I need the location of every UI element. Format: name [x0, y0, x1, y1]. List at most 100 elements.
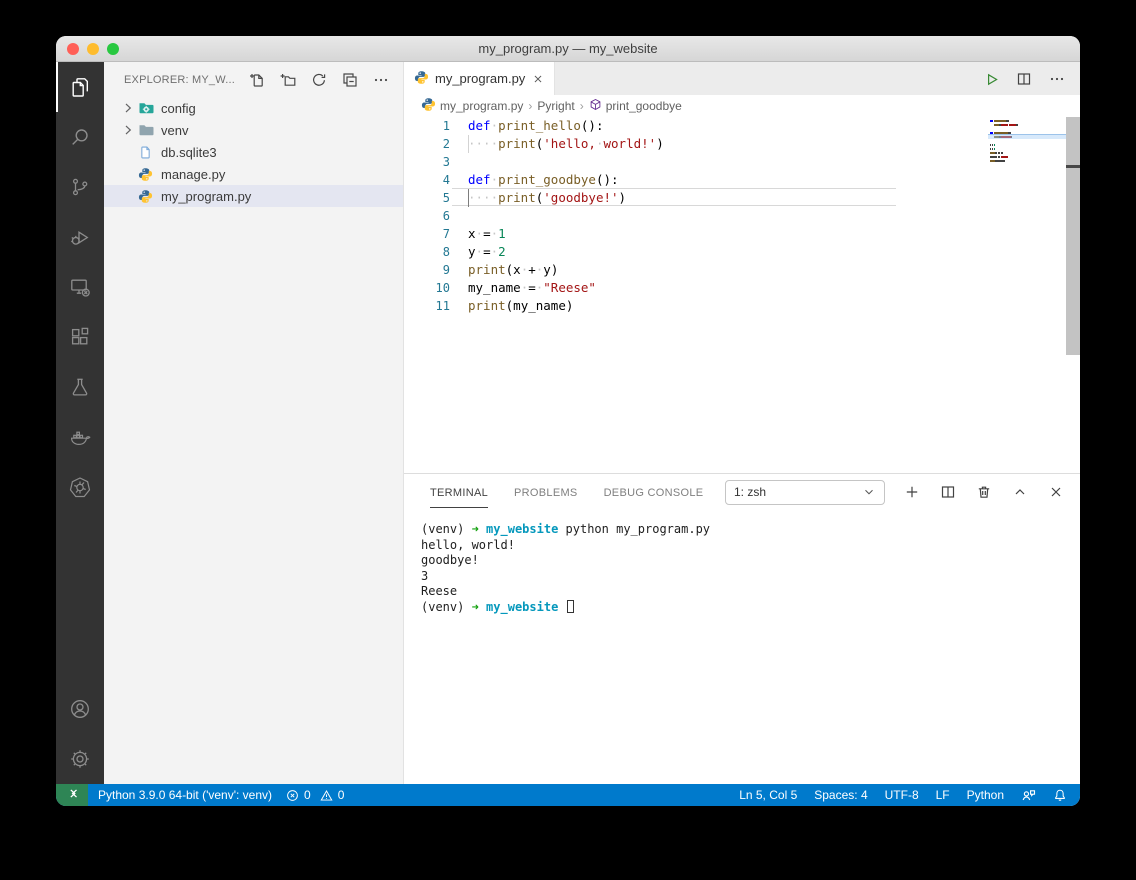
- line-number: 9: [404, 261, 450, 279]
- run-icon[interactable]: [983, 71, 999, 87]
- kubernetes-icon: [68, 475, 92, 499]
- tree-item-label: my_program.py: [161, 189, 251, 204]
- line-number: 8: [404, 243, 450, 261]
- breadcrumb-separator: ›: [580, 99, 584, 113]
- status-item-lf[interactable]: LF: [936, 788, 950, 802]
- zoom-window-button[interactable]: [107, 43, 119, 55]
- window-title: my_program.py — my_website: [478, 41, 657, 56]
- status-bar: Python 3.9.0 64-bit ('venv': venv) 0 0 L…: [56, 784, 1080, 806]
- line-number: 2: [404, 135, 450, 153]
- status-item-ln-5-col-5[interactable]: Ln 5, Col 5: [739, 788, 797, 802]
- code-text: [450, 153, 468, 171]
- code-text: print(x·+·y): [450, 261, 558, 279]
- close-icon[interactable]: [1048, 484, 1064, 500]
- scrollbar-cursor-marker: [1066, 165, 1080, 168]
- code-line-1: 1def·print_hello():: [404, 117, 988, 135]
- code-line-10: 10my_name·=·"Reese": [404, 279, 988, 297]
- activity-item-docker[interactable]: [56, 412, 104, 462]
- problems-status[interactable]: 0 0: [286, 788, 344, 802]
- feedback-icon[interactable]: [1021, 788, 1036, 803]
- code-line-7: 7x·=·1: [404, 225, 988, 243]
- main-area: EXPLORER: MY_W... configvenv db.sqlite3 ma…: [56, 62, 1080, 784]
- testing-icon: [68, 375, 92, 399]
- terminal-tab-debug-console[interactable]: DEBUG CONSOLE: [604, 476, 704, 508]
- activity-item-extensions[interactable]: [56, 312, 104, 362]
- minimap[interactable]: [988, 117, 1066, 473]
- terminal-line: Reese: [421, 584, 1080, 600]
- minimize-window-button[interactable]: [87, 43, 99, 55]
- line-number: 10: [404, 279, 450, 297]
- status-item-python[interactable]: Python: [967, 788, 1004, 802]
- plus-icon[interactable]: [904, 484, 920, 500]
- code-text: x·=·1: [450, 225, 506, 243]
- activity-bar-spacer: [56, 512, 104, 684]
- activity-item-testing[interactable]: [56, 362, 104, 412]
- search-icon: [68, 125, 92, 149]
- activity-item-settings[interactable]: [56, 734, 104, 784]
- docker-icon: [68, 425, 92, 449]
- code-text: [450, 207, 468, 225]
- breadcrumb-item[interactable]: Pyright: [537, 99, 574, 113]
- warning-icon: [320, 789, 333, 802]
- chevron-down-icon: [862, 485, 876, 499]
- activity-item-account[interactable]: [56, 684, 104, 734]
- vscode-window: my_program.py — my_website EXPLORER: MY_…: [56, 36, 1080, 806]
- bell-icon[interactable]: [1053, 788, 1067, 802]
- scrollbar-track[interactable]: [1066, 117, 1080, 355]
- terminal-output[interactable]: (venv) ➜ my_website python my_program.py…: [404, 510, 1080, 615]
- activity-item-search[interactable]: [56, 112, 104, 162]
- activity-item-source-control[interactable]: [56, 162, 104, 212]
- code-line-8: 8y·=·2: [404, 243, 988, 261]
- more-icon[interactable]: [1049, 71, 1065, 87]
- editor-tab-strip: my_program.py: [404, 62, 1080, 95]
- status-item-spaces-4[interactable]: Spaces: 4: [814, 788, 867, 802]
- tree-item-config[interactable]: config: [104, 97, 403, 119]
- chevron-right-icon: [120, 122, 138, 138]
- trash-icon[interactable]: [976, 484, 992, 500]
- tab-my-program[interactable]: my_program.py: [404, 62, 555, 95]
- terminal-tab-problems[interactable]: PROBLEMS: [514, 476, 578, 508]
- activity-item-explorer[interactable]: [56, 62, 104, 112]
- split-icon[interactable]: [940, 484, 956, 500]
- terminal-line: hello, world!: [421, 538, 1080, 554]
- breadcrumb-item[interactable]: my_program.py: [421, 97, 523, 115]
- status-item-utf-8[interactable]: UTF-8: [885, 788, 919, 802]
- remote-indicator[interactable]: [56, 784, 88, 806]
- explorer-header: EXPLORER: MY_W...: [104, 62, 403, 97]
- activity-item-run-debug[interactable]: [56, 212, 104, 262]
- explorer-actions: [249, 72, 389, 88]
- activity-item-remote-explorer[interactable]: [56, 262, 104, 312]
- breadcrumb-item[interactable]: print_goodbye: [589, 98, 682, 114]
- new-folder-icon[interactable]: [280, 72, 296, 88]
- tree-item-venv[interactable]: venv: [104, 119, 403, 141]
- python-interpreter-status[interactable]: Python 3.9.0 64-bit ('venv': venv): [98, 788, 272, 802]
- refresh-icon[interactable]: [311, 72, 327, 88]
- account-icon: [68, 697, 92, 721]
- terminal-tab-terminal[interactable]: TERMINAL: [430, 476, 488, 508]
- new-file-icon[interactable]: [249, 72, 265, 88]
- tree-item-db-sqlite3[interactable]: db.sqlite3: [104, 141, 403, 163]
- close-window-button[interactable]: [67, 43, 79, 55]
- tree-item-label: db.sqlite3: [161, 145, 217, 160]
- chevron-up-icon[interactable]: [1012, 484, 1028, 500]
- status-right: Ln 5, Col 5 Spaces: 4 UTF-8 LF Python: [739, 788, 1080, 803]
- error-count: 0: [304, 788, 311, 802]
- terminal-line: 3: [421, 569, 1080, 585]
- tree-item-manage-py[interactable]: manage.py: [104, 163, 403, 185]
- editor-scrollbar[interactable]: [1066, 117, 1080, 473]
- editor-group: my_program.py my_program.py›Pyright›prin…: [404, 62, 1080, 784]
- tree-item-label: manage.py: [161, 167, 225, 182]
- python-icon: [421, 97, 436, 115]
- collapse-all-icon[interactable]: [342, 72, 358, 88]
- explorer-sidebar: EXPLORER: MY_W... configvenv db.sqlite3 ma…: [104, 62, 404, 784]
- tree-item-my_program-py[interactable]: my_program.py: [104, 185, 403, 207]
- more-icon[interactable]: [373, 72, 389, 88]
- tab-close-icon[interactable]: [531, 72, 545, 86]
- split-editor-icon[interactable]: [1016, 71, 1032, 87]
- terminal-line: goodbye!: [421, 553, 1080, 569]
- breadcrumb-label: my_program.py: [440, 99, 523, 113]
- terminal-select[interactable]: 1: zsh: [725, 480, 885, 505]
- code-area[interactable]: 1def·print_hello():2····print('hello,·wo…: [404, 117, 988, 473]
- tab-label: my_program.py: [435, 71, 525, 86]
- activity-item-kubernetes[interactable]: [56, 462, 104, 512]
